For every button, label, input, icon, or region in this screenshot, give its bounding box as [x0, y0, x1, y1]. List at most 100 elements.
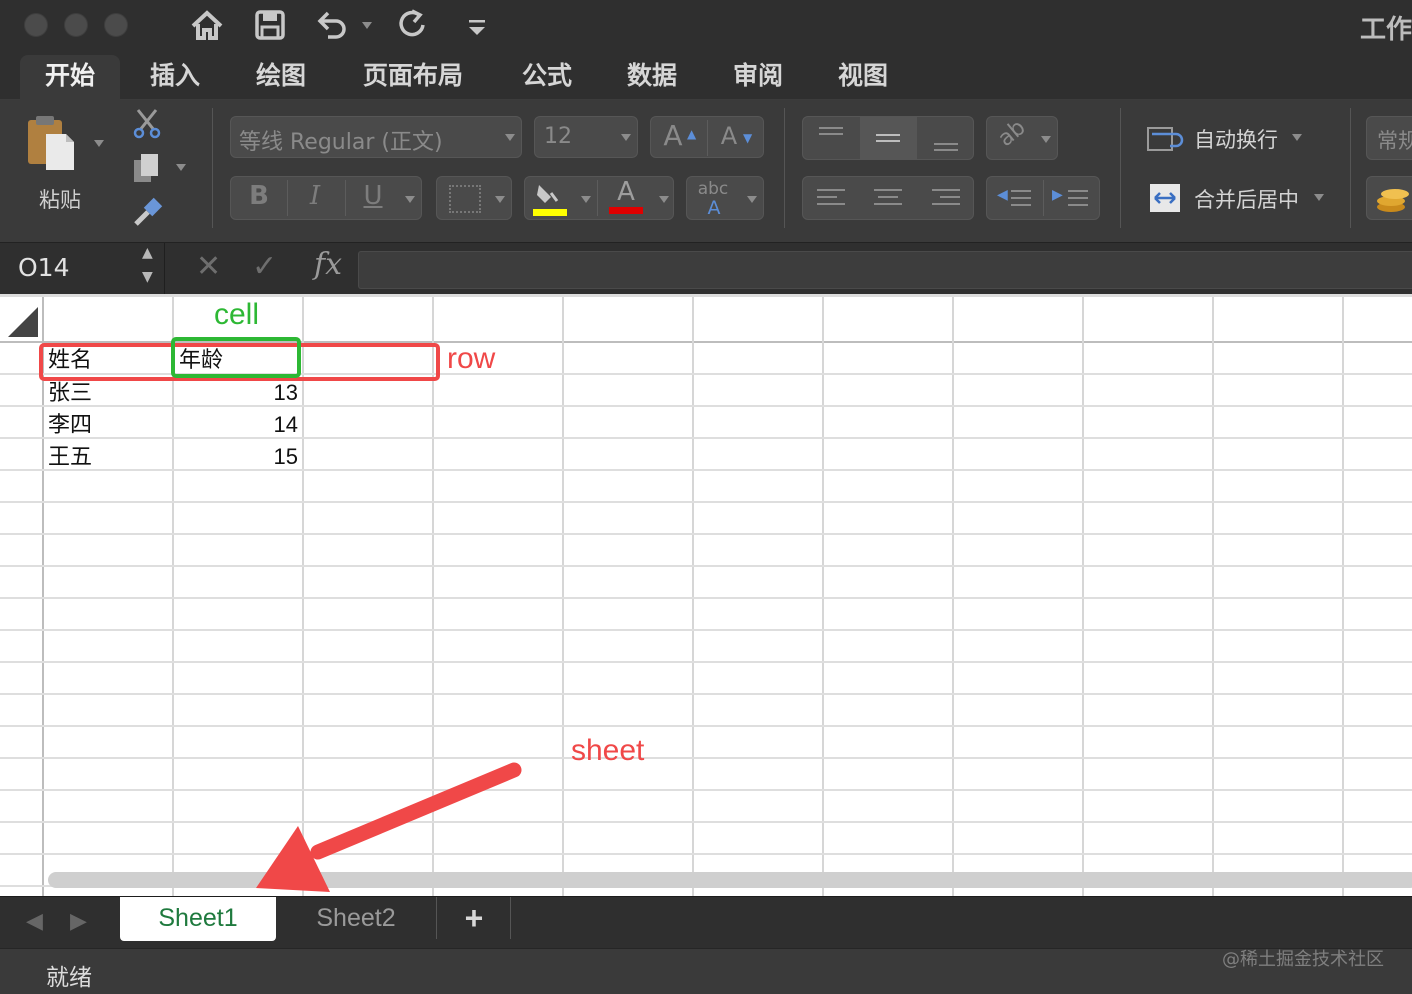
- shrink-font-button[interactable]: A: [715, 122, 743, 150]
- bold-button[interactable]: B: [239, 181, 279, 211]
- undo-dropdown-icon[interactable]: [362, 22, 372, 29]
- underline-dropdown-icon[interactable]: [405, 196, 415, 203]
- wrap-text-button[interactable]: 自动换行: [1140, 120, 1340, 156]
- fill-color-swatch: [533, 209, 567, 216]
- paste-dropdown-icon[interactable]: [94, 140, 104, 147]
- window-title: 工作: [1359, 15, 1412, 45]
- font-color-button[interactable]: A: [607, 177, 645, 217]
- align-center-button[interactable]: [860, 177, 917, 219]
- name-box-down-icon[interactable]: ▼: [142, 269, 153, 285]
- sheet-tab-sheet2[interactable]: Sheet2: [278, 897, 434, 941]
- align-middle-button[interactable]: [860, 117, 917, 159]
- tab-view[interactable]: 视图: [818, 55, 908, 100]
- vertical-align-group: [802, 116, 974, 160]
- font-size-select[interactable]: 12: [534, 116, 638, 158]
- align-top-button[interactable]: [803, 117, 859, 159]
- ribbon-tab-bar: 开始 插入 绘图 页面布局 公式 数据 审阅 视图: [0, 50, 1412, 100]
- enter-icon[interactable]: ✓: [252, 249, 277, 284]
- ribbon-separator: [784, 108, 785, 228]
- align-left-button[interactable]: [803, 177, 859, 219]
- save-icon[interactable]: [251, 6, 289, 44]
- phonetic-glyph-bottom: A: [707, 197, 721, 219]
- shrink-arrow-icon: ▼: [743, 131, 753, 145]
- redo-icon[interactable]: [393, 6, 431, 44]
- sheet-tab-sheet1[interactable]: Sheet1: [120, 897, 276, 941]
- wrap-text-icon: [1147, 127, 1184, 151]
- select-all-corner[interactable]: [4, 303, 38, 337]
- grow-font-button[interactable]: A: [657, 119, 689, 152]
- ribbon-separator: [1350, 108, 1351, 228]
- font-color-dropdown-icon[interactable]: [659, 196, 669, 203]
- copy-dropdown-icon[interactable]: [176, 164, 186, 171]
- tab-formulas[interactable]: 公式: [502, 55, 592, 100]
- underline-button[interactable]: U: [353, 181, 393, 211]
- tab-insert[interactable]: 插入: [130, 55, 220, 100]
- borders-button[interactable]: [436, 176, 512, 220]
- italic-button[interactable]: I: [295, 181, 335, 211]
- insert-function-button[interactable]: fx: [314, 247, 342, 282]
- merge-center-button[interactable]: 合并后居中: [1140, 180, 1340, 216]
- borders-dropdown-icon: [495, 196, 505, 203]
- cut-icon[interactable]: [130, 106, 164, 140]
- font-size-dropdown-icon: [621, 134, 631, 141]
- paste-label: 粘贴: [39, 188, 81, 212]
- sheet-tab-bar: ◀ ▶ Sheet1 Sheet2 +: [0, 896, 1412, 948]
- cell-highlight: [171, 337, 301, 378]
- horizontal-scrollbar[interactable]: [48, 872, 1412, 888]
- orientation-icon: ab: [993, 115, 1031, 152]
- divider: [287, 180, 288, 216]
- ribbon-separator: [212, 108, 213, 228]
- status-bar: 就绪 @稀土掘金技术社区: [0, 948, 1412, 994]
- tab-data[interactable]: 数据: [607, 55, 697, 100]
- cell-B4[interactable]: 15: [178, 441, 298, 473]
- formula-input[interactable]: [358, 251, 1412, 289]
- decrease-indent-button[interactable]: ◀: [987, 177, 1043, 219]
- font-color-swatch: [609, 207, 643, 214]
- font-name-select[interactable]: 等线 Regular (正文): [230, 116, 522, 158]
- phonetic-button[interactable]: abc A: [686, 176, 764, 220]
- formula-bar: O14 ▲ ▼ ✕ ✓ fx: [0, 242, 1412, 295]
- orientation-button[interactable]: ab: [986, 115, 1058, 160]
- cell-A4[interactable]: 王五: [48, 441, 168, 473]
- add-sheet-button[interactable]: +: [440, 897, 508, 941]
- align-right-button[interactable]: [918, 177, 974, 219]
- paste-icon[interactable]: [22, 112, 84, 174]
- name-box-up-icon[interactable]: ▲: [142, 245, 153, 261]
- name-box[interactable]: O14 ▲ ▼: [0, 243, 165, 295]
- borders-icon: [449, 185, 481, 213]
- fill-color-dropdown-icon[interactable]: [581, 196, 591, 203]
- font-size-adjust-group: A ▲ A ▼: [650, 116, 764, 158]
- increase-indent-button[interactable]: ▶: [1044, 177, 1100, 219]
- tab-review[interactable]: 审阅: [713, 55, 803, 100]
- divider: [436, 897, 437, 939]
- cell-B2[interactable]: 13: [178, 377, 298, 409]
- cell-A3[interactable]: 李四: [48, 409, 168, 441]
- cell-reference: O14: [18, 253, 70, 282]
- close-window-button[interactable]: [24, 13, 48, 37]
- status-text: 就绪: [46, 965, 92, 991]
- cell-A2[interactable]: 张三: [48, 377, 168, 409]
- align-bottom-button[interactable]: [918, 117, 974, 159]
- increase-indent-icon: ▶: [1052, 187, 1063, 203]
- worksheet-grid[interactable]: 姓名 年龄 张三 13 李四 14 王五 15 cell row sheet: [0, 294, 1412, 896]
- horizontal-align-group: [802, 176, 974, 220]
- minimize-window-button[interactable]: [64, 13, 88, 37]
- zoom-window-button[interactable]: [104, 13, 128, 37]
- customize-icon[interactable]: [458, 6, 496, 44]
- color-group: A: [524, 176, 674, 220]
- tab-page-layout[interactable]: 页面布局: [350, 55, 476, 100]
- prev-sheet-icon[interactable]: ◀: [26, 909, 43, 934]
- fill-color-icon[interactable]: [531, 179, 567, 217]
- copy-icon[interactable]: [130, 152, 164, 186]
- tab-draw[interactable]: 绘图: [236, 55, 326, 100]
- ribbon-separator: [1120, 108, 1121, 228]
- number-format-select[interactable]: 常规: [1366, 116, 1412, 160]
- currency-format-button[interactable]: [1366, 176, 1412, 220]
- next-sheet-icon[interactable]: ▶: [70, 909, 87, 934]
- undo-icon[interactable]: [312, 6, 350, 44]
- tab-home[interactable]: 开始: [20, 55, 120, 100]
- cancel-icon[interactable]: ✕: [196, 249, 221, 284]
- cell-B3[interactable]: 14: [178, 409, 298, 441]
- home-icon[interactable]: [188, 6, 226, 44]
- format-painter-icon[interactable]: [130, 196, 164, 230]
